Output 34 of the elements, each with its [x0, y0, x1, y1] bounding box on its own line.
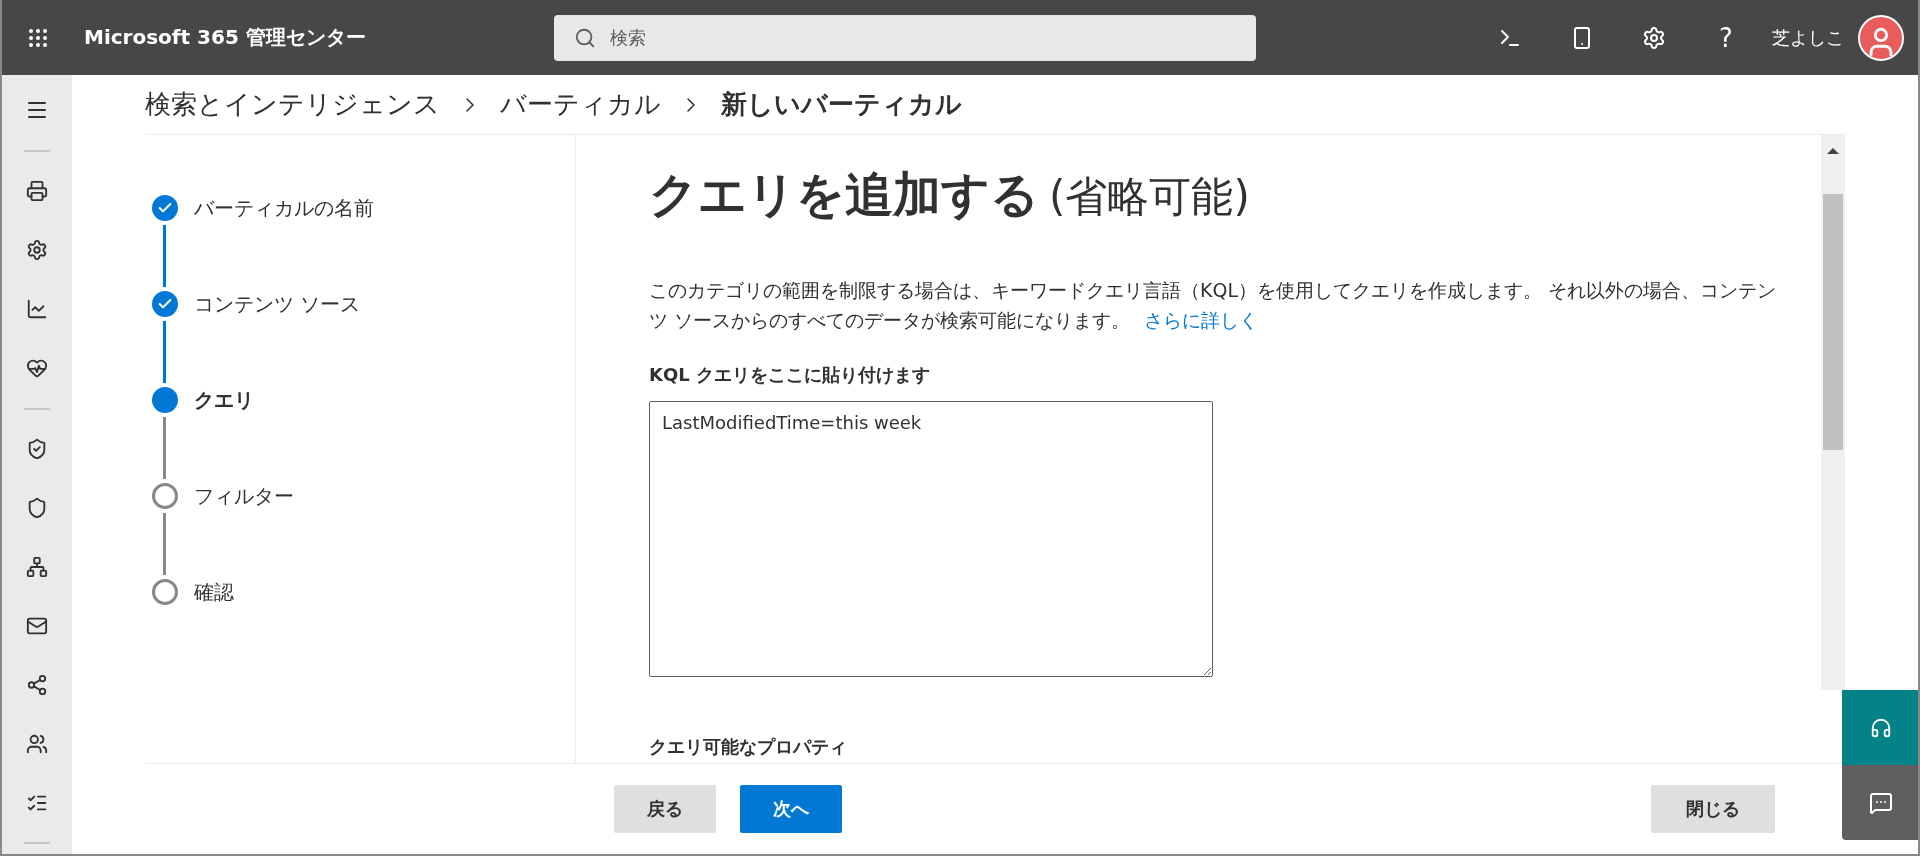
breadcrumb-link[interactable]: バーティカル — [500, 87, 661, 122]
next-button[interactable]: 次へ — [740, 785, 842, 833]
step-connector — [163, 513, 166, 575]
step-label[interactable]: 確認 — [194, 578, 234, 606]
breadcrumb-link[interactable]: 新しいバーティカル — [721, 87, 962, 122]
avatar[interactable] — [1858, 14, 1904, 61]
query-input[interactable]: LastModifiedTime=this week — [649, 401, 1213, 677]
step-connector — [163, 225, 166, 287]
step-label[interactable]: クエリ — [194, 386, 254, 414]
app-title: Microsoft 365 管理センター — [84, 24, 367, 51]
section-heading: クエリ可能なプロパティ — [649, 735, 848, 759]
description-text: このカテゴリの範囲を制限する場合は、キーワードクエリ言語（KQL）を使用してクエリを作成します。 それ以外の場合、コンテンツ ソースからのすべてのデータが検索可能になります。 さらに詳しく — [649, 278, 1778, 333]
user-name: 芝よしこ — [1772, 25, 1844, 50]
help-button[interactable]: ? — [1690, 0, 1762, 75]
search-input[interactable]: 検索 — [608, 26, 1236, 49]
support-button[interactable] — [1842, 690, 1918, 765]
field-label: KQL クエリをここに貼り付けます — [649, 363, 931, 387]
step-connector — [163, 321, 166, 383]
headset-icon — [1870, 716, 1892, 739]
step-connector — [163, 417, 166, 479]
back-button[interactable]: 戻る — [614, 785, 716, 833]
chat-icon — [1869, 790, 1893, 815]
step-label[interactable]: バーティカルの名前 — [194, 194, 374, 222]
search-icon — [574, 26, 596, 49]
scrollbar[interactable] — [1821, 135, 1845, 690]
title-note: (省略可能) — [1049, 171, 1250, 223]
step-label[interactable]: コンテンツ ソース — [194, 290, 361, 318]
page-title: クエリを追加する — [649, 165, 1039, 224]
step-label[interactable]: フィルター — [194, 482, 294, 510]
learn-more-link[interactable]: さらに詳しく — [1144, 309, 1259, 331]
feedback-button[interactable] — [1842, 765, 1918, 840]
breadcrumb-link[interactable]: 検索とインテリジェンス — [145, 87, 440, 122]
close-button[interactable]: 閉じる — [1651, 785, 1775, 833]
search-field[interactable]: 検索 — [554, 14, 1256, 61]
